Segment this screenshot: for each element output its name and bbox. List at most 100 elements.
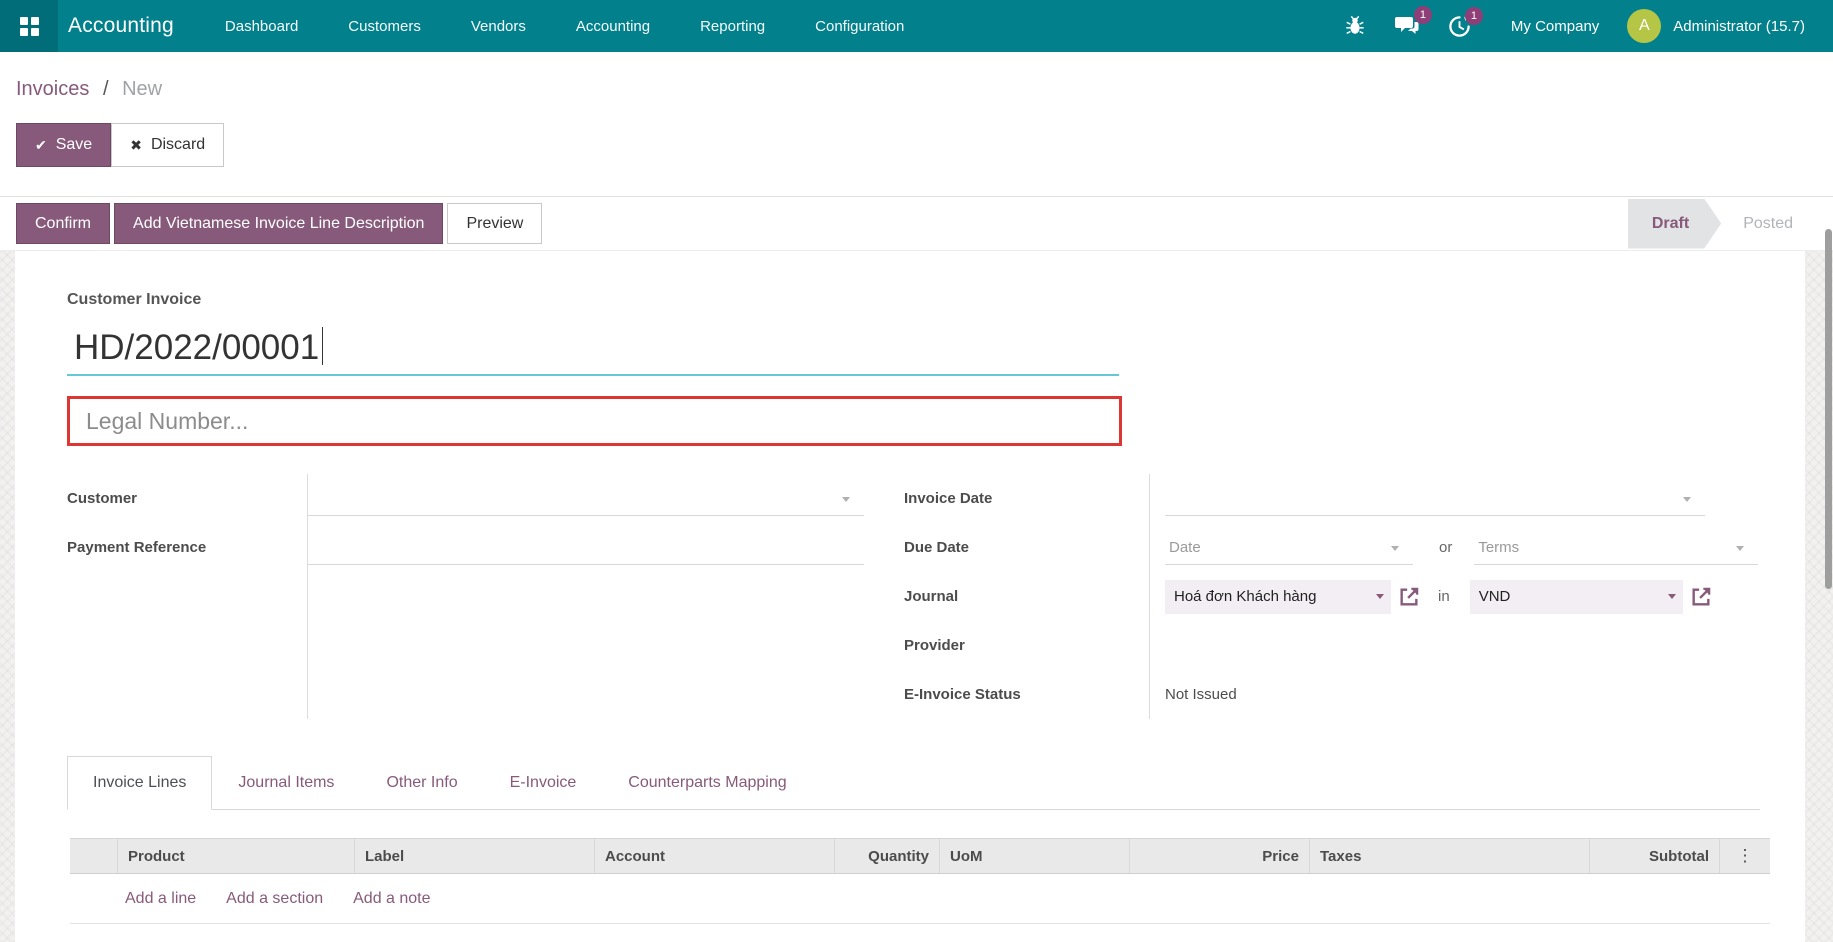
vertical-scrollbar-thumb[interactable] — [1825, 229, 1832, 589]
menu-reporting[interactable]: Reporting — [675, 0, 790, 52]
chevron-down-icon — [1668, 594, 1676, 599]
chevron-down-icon[interactable] — [1683, 497, 1691, 502]
add-a-note-link[interactable]: Add a note — [353, 890, 430, 908]
bug-icon — [1344, 15, 1366, 37]
column-subtotal: Subtotal — [1590, 839, 1720, 873]
save-label: Save — [56, 136, 92, 154]
add-a-section-link[interactable]: Add a section — [226, 890, 323, 908]
activities-badge: 1 — [1465, 7, 1483, 25]
provider-label: Provider — [904, 637, 965, 654]
form-statusbar: Confirm Add Vietnamese Invoice Line Desc… — [0, 196, 1833, 251]
top-navbar: Accounting Dashboard Customers Vendors A… — [0, 0, 1833, 52]
company-switcher[interactable]: My Company — [1511, 18, 1599, 35]
debug-menu-button[interactable] — [1344, 15, 1366, 37]
column-quantity: Quantity — [835, 839, 940, 873]
app-title[interactable]: Accounting — [58, 0, 200, 52]
customer-label: Customer — [67, 490, 137, 507]
apps-menu-button[interactable] — [0, 0, 58, 52]
notebook-tabs: Invoice Lines Journal Items Other Info E… — [67, 756, 1760, 810]
provider-field[interactable] — [1165, 621, 1760, 670]
state-posted[interactable]: Posted — [1721, 199, 1823, 249]
user-name: Administrator (15.7) — [1673, 18, 1805, 35]
payment-reference-label: Payment Reference — [67, 539, 206, 556]
messages-badge: 1 — [1414, 6, 1432, 24]
tab-counterparts-mapping[interactable]: Counterparts Mapping — [602, 756, 812, 810]
optional-columns-icon[interactable]: ⋮ — [1737, 846, 1754, 866]
due-date-input[interactable]: Date — [1165, 531, 1413, 565]
column-price: Price — [1130, 839, 1310, 873]
table-header-row: Product Label Account Quantity UoM Price… — [70, 838, 1770, 874]
chevron-down-icon[interactable] — [1391, 546, 1399, 551]
currency-external-link-button[interactable] — [1690, 586, 1712, 608]
state-draft[interactable]: Draft — [1628, 199, 1721, 249]
content-area: Customer Invoice HD/2022/00001 Customer … — [0, 251, 1833, 942]
main-menu: Dashboard Customers Vendors Accounting R… — [200, 0, 929, 52]
add-a-line-link[interactable]: Add a line — [125, 890, 196, 908]
customer-input[interactable] — [308, 482, 864, 516]
doc-type-label: Customer Invoice — [67, 291, 1760, 309]
document-number: HD/2022/00001 — [74, 328, 319, 367]
payment-reference-input[interactable] — [308, 531, 864, 565]
confirm-button[interactable]: Confirm — [16, 203, 110, 244]
journal-external-link-button[interactable] — [1398, 586, 1420, 608]
discard-button[interactable]: ✖ Discard — [111, 123, 224, 167]
tab-journal-items[interactable]: Journal Items — [212, 756, 360, 810]
einvoice-status-value: Not Issued — [1165, 686, 1237, 703]
state-pipeline: Draft Posted — [1628, 199, 1833, 249]
preview-button[interactable]: Preview — [447, 203, 542, 244]
journal-value: Hoá đơn Khách hàng — [1174, 588, 1316, 605]
control-panel: Invoices / New ✔ Save ✖ Discard — [0, 52, 1833, 196]
activities-button[interactable]: 1 — [1448, 15, 1471, 38]
column-uom: UoM — [940, 839, 1130, 873]
right-field-group: Invoice Date Due Date Journal Provider E… — [904, 474, 1760, 719]
column-account: Account — [595, 839, 835, 873]
messages-button[interactable]: 1 — [1394, 14, 1420, 38]
column-product: Product — [118, 839, 355, 873]
document-number-field[interactable]: HD/2022/00001 — [67, 325, 1119, 376]
due-date-label: Due Date — [904, 539, 969, 556]
payment-terms-input[interactable]: Terms — [1474, 531, 1758, 565]
or-text: or — [1439, 539, 1452, 556]
menu-dashboard[interactable]: Dashboard — [200, 0, 323, 52]
text-cursor — [322, 327, 323, 365]
handle-column-header — [70, 839, 118, 873]
journal-label: Journal — [904, 588, 958, 605]
breadcrumb-current: New — [122, 78, 162, 100]
menu-vendors[interactable]: Vendors — [446, 0, 551, 52]
external-link-icon — [1398, 586, 1420, 608]
invoice-date-label: Invoice Date — [904, 490, 992, 507]
breadcrumb-invoices-link[interactable]: Invoices — [16, 78, 89, 100]
apps-grid-icon — [20, 17, 39, 36]
save-button[interactable]: ✔ Save — [16, 123, 111, 167]
menu-configuration[interactable]: Configuration — [790, 0, 929, 52]
discard-label: Discard — [151, 136, 205, 154]
header-buttons: ✔ Save ✖ Discard — [16, 123, 1833, 167]
add-vietnamese-description-button[interactable]: Add Vietnamese Invoice Line Description — [114, 203, 443, 244]
breadcrumb-separator: / — [103, 78, 109, 100]
nav-right-cluster: 1 1 My Company A Administrator (15.7) — [1330, 0, 1833, 52]
tab-other-info[interactable]: Other Info — [360, 756, 483, 810]
invoice-lines-table: Product Label Account Quantity UoM Price… — [70, 838, 1770, 924]
table-add-row: Add a line Add a section Add a note — [70, 874, 1770, 924]
menu-accounting[interactable]: Accounting — [551, 0, 675, 52]
avatar: A — [1627, 9, 1661, 43]
chevron-down-icon[interactable] — [842, 497, 850, 502]
tab-invoice-lines[interactable]: Invoice Lines — [67, 756, 212, 810]
form-sheet: Customer Invoice HD/2022/00001 Customer … — [15, 251, 1805, 942]
tab-e-invoice[interactable]: E-Invoice — [484, 756, 603, 810]
currency-value: VND — [1479, 588, 1511, 605]
user-menu[interactable]: A Administrator (15.7) — [1627, 9, 1805, 43]
chevron-down-icon — [1376, 594, 1384, 599]
legal-number-input[interactable] — [70, 399, 1119, 443]
einvoice-status-label: E-Invoice Status — [904, 686, 1021, 703]
invoice-date-input[interactable] — [1165, 482, 1705, 516]
external-link-icon — [1690, 586, 1712, 608]
menu-customers[interactable]: Customers — [323, 0, 446, 52]
column-taxes: Taxes — [1310, 839, 1590, 873]
cross-icon: ✖ — [130, 137, 142, 154]
journal-select[interactable]: Hoá đơn Khách hàng — [1165, 580, 1391, 614]
chevron-down-icon[interactable] — [1736, 546, 1744, 551]
currency-select[interactable]: VND — [1470, 580, 1683, 614]
legal-number-highlight-box — [67, 396, 1122, 446]
column-label: Label — [355, 839, 595, 873]
